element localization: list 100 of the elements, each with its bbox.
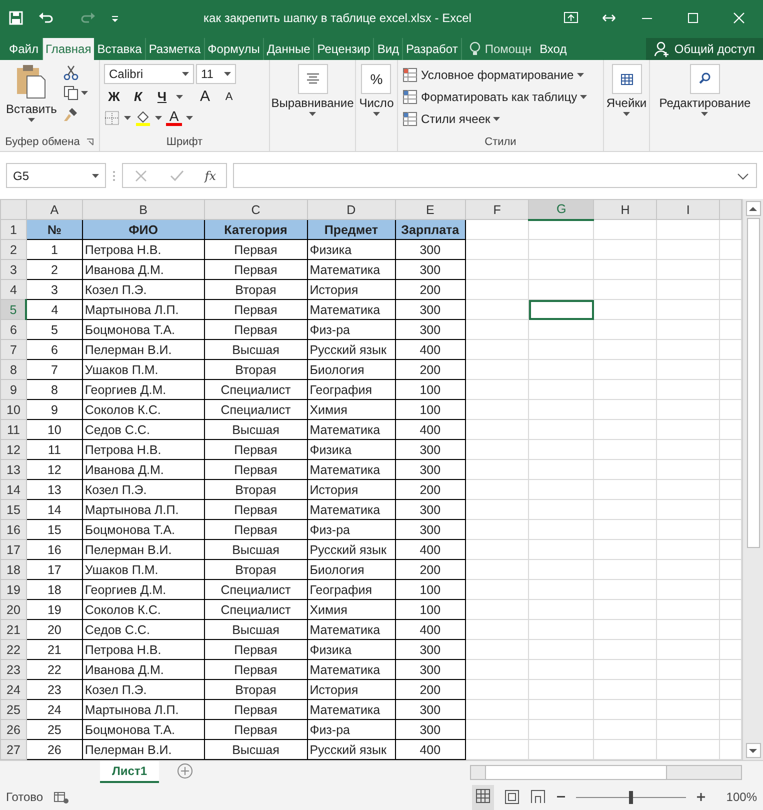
column-header[interactable]: B: [82, 200, 204, 220]
table-cell: 300: [395, 320, 466, 340]
row-header[interactable]: 25: [0, 700, 26, 720]
ribbon-tab[interactable]: Главная: [42, 38, 94, 60]
styles-menu-button[interactable]: Форматировать как таблицу: [402, 86, 599, 108]
table-cell: 1: [26, 240, 82, 260]
help-search[interactable]: Помощн: [484, 42, 532, 56]
copy-icon[interactable]: [62, 85, 79, 101]
column-header[interactable]: D: [307, 200, 396, 220]
italic-button[interactable]: К: [128, 89, 148, 104]
editing-button[interactable]: Редактирование: [657, 64, 753, 151]
table-cell: Биология: [307, 360, 396, 380]
row-header[interactable]: 13: [0, 460, 26, 480]
row-header[interactable]: 19: [0, 580, 26, 600]
zoom-slider-thumb[interactable]: [629, 790, 634, 804]
format-painter-icon[interactable]: [62, 106, 79, 122]
row-header[interactable]: 15: [0, 500, 26, 520]
row-header[interactable]: 4: [0, 280, 26, 300]
styles-menu-button[interactable]: Условное форматирование: [402, 64, 599, 86]
table-cell: История: [307, 280, 396, 300]
column-header[interactable]: A: [26, 200, 82, 220]
table-cell: Петрова Н.В.: [82, 640, 204, 660]
normal-view-button[interactable]: [472, 784, 494, 810]
row-header[interactable]: 1: [0, 220, 26, 240]
caret-icon: [576, 73, 584, 77]
table-cell: 400: [395, 420, 466, 440]
row-header[interactable]: 3: [0, 260, 26, 280]
number-button[interactable]: % Число: [357, 64, 396, 151]
zoom-slider[interactable]: [576, 790, 686, 804]
row-header[interactable]: 11: [0, 420, 26, 440]
row-header[interactable]: 6: [0, 320, 26, 340]
row-header[interactable]: 20: [0, 600, 26, 620]
row-header[interactable]: 23: [0, 660, 26, 680]
row-header[interactable]: 24: [0, 680, 26, 700]
scroll-down-button[interactable]: [746, 743, 761, 758]
column-header[interactable]: H: [594, 200, 657, 220]
row-header[interactable]: 14: [0, 480, 26, 500]
zoom-in-icon[interactable]: [696, 792, 706, 802]
row-header[interactable]: 2: [0, 240, 26, 260]
caret-icon: [28, 118, 35, 122]
horizontal-scrollbar[interactable]: [470, 764, 742, 780]
column-header[interactable]: I: [656, 200, 720, 220]
column-header[interactable]: C: [204, 200, 308, 220]
page-layout-icon[interactable]: [504, 789, 520, 805]
row-header[interactable]: 18: [0, 560, 26, 580]
table-cell: Русский язык: [307, 340, 396, 360]
row-header[interactable]: 9: [0, 380, 26, 400]
table-cell: Предмет: [307, 220, 396, 240]
share-button[interactable]: Общий доступ: [646, 38, 763, 60]
styles-menu-button[interactable]: Стили ячеек: [402, 108, 599, 130]
table-cell: Вторая: [204, 360, 308, 380]
dialog-launcher-icon[interactable]: [86, 138, 94, 146]
table-cell: Высшая: [204, 540, 308, 560]
row-header[interactable]: 17: [0, 540, 26, 560]
insert-function-button[interactable]: fx: [204, 168, 216, 182]
font-name-field[interactable]: Calibri: [104, 64, 194, 84]
alignment-button[interactable]: Выравнивание: [269, 64, 356, 151]
row-header[interactable]: 27: [0, 740, 26, 760]
scissors-icon[interactable]: [62, 64, 79, 80]
row-header[interactable]: 7: [0, 340, 26, 360]
grow-font-button[interactable]: A: [195, 88, 215, 105]
paste-button[interactable]: Вставить: [4, 64, 59, 133]
row-header[interactable]: 21: [0, 620, 26, 640]
down-arrow-icon: [748, 746, 758, 754]
table-cell: 100: [395, 600, 466, 620]
table-cell: Математика: [307, 620, 396, 640]
window-title: как закрепить шапку в таблице excel.xlsx - Excel: [202, 11, 472, 25]
table-cell: История: [307, 480, 396, 500]
scroll-up-button[interactable]: [746, 201, 761, 216]
table-cell: Первая: [204, 240, 308, 260]
shrink-font-button[interactable]: A: [219, 90, 239, 102]
name-box[interactable]: G5: [6, 163, 106, 188]
table-cell: Математика: [307, 660, 396, 680]
column-header[interactable]: G: [528, 200, 594, 220]
table-cell: Первая: [204, 660, 308, 680]
bold-button[interactable]: Ж: [104, 89, 124, 104]
borders-icon[interactable]: [104, 110, 120, 126]
sheet-tab[interactable]: Лист1: [100, 761, 160, 783]
row-header[interactable]: 12: [0, 440, 26, 460]
column-header[interactable]: E: [395, 200, 466, 220]
row-header[interactable]: 8: [0, 360, 26, 380]
selected-cell[interactable]: [528, 300, 594, 320]
sign-in-link[interactable]: Вход: [540, 38, 567, 60]
font-color-button[interactable]: A: [166, 109, 182, 126]
font-size-field[interactable]: 11: [196, 64, 236, 84]
row-header[interactable]: 16: [0, 520, 26, 540]
add-sheet-icon[interactable]: [177, 762, 194, 778]
column-header[interactable]: F: [465, 200, 529, 220]
page-break-icon[interactable]: [530, 789, 546, 805]
formula-input[interactable]: [233, 163, 757, 188]
cells-button[interactable]: Ячейки: [604, 64, 649, 151]
row-header[interactable]: 26: [0, 720, 26, 740]
underline-button[interactable]: Ч: [152, 89, 172, 104]
fill-color-icon[interactable]: [135, 110, 151, 126]
row-header[interactable]: 5: [0, 300, 26, 320]
row-header[interactable]: 10: [0, 400, 26, 420]
scrollbar-thumb[interactable]: [746, 218, 760, 548]
save-icon[interactable]: [8, 10, 24, 26]
row-header[interactable]: 22: [0, 640, 26, 660]
macro-record-icon[interactable]: [53, 789, 70, 805]
